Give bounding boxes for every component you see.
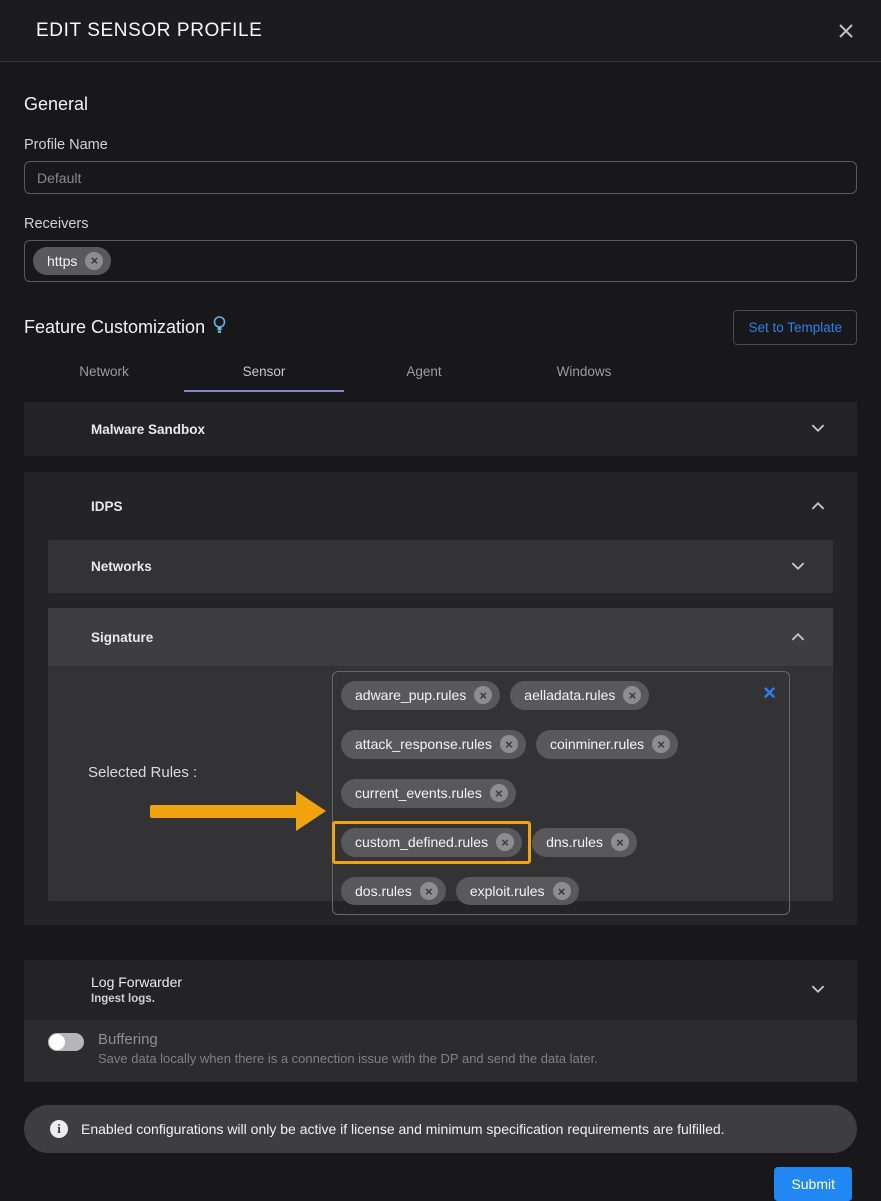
clear-selection-icon[interactable]: ×: [763, 682, 776, 704]
rule-chip: coinminer.rules ×: [536, 730, 678, 759]
receiver-chip-label: https: [47, 252, 77, 271]
malware-sandbox-header[interactable]: Malware Sandbox: [24, 402, 857, 456]
log-forwarder-header[interactable]: Log Forwarder Ingest logs.: [24, 960, 857, 1020]
chevron-up-icon: [811, 497, 825, 515]
receiver-chip: https ×: [33, 247, 111, 276]
rule-chip-label: coinminer.rules: [550, 735, 644, 754]
log-forwarder-subtitle: Ingest logs.: [91, 992, 182, 1006]
signature-body: Selected Rules : × adware_pup.rules×aell…: [48, 666, 833, 901]
signature-header[interactable]: Signature: [48, 608, 833, 666]
modal-title: EDIT SENSOR PROFILE: [36, 20, 262, 42]
info-banner-text: Enabled configurations will only be acti…: [81, 1121, 725, 1137]
remove-chip-icon[interactable]: ×: [623, 686, 641, 704]
rule-chip: custom_defined.rules ×: [341, 828, 522, 857]
submit-button[interactable]: Submit: [774, 1167, 852, 1201]
modal-header: EDIT SENSOR PROFILE: [0, 0, 881, 62]
rule-chip: exploit.rules ×: [456, 877, 579, 906]
remove-chip-icon[interactable]: ×: [490, 784, 508, 802]
rule-chip: dns.rules ×: [532, 828, 637, 857]
feature-customization-title: Feature Customization: [24, 316, 226, 340]
submit-row: Submit: [24, 1167, 852, 1201]
buffering-toggle[interactable]: [48, 1033, 84, 1051]
info-icon: i: [50, 1120, 68, 1138]
modal-body: General Profile Name Receivers https × Fe…: [0, 94, 881, 1201]
malware-sandbox-panel: Malware Sandbox: [24, 402, 857, 456]
profile-name-label: Profile Name: [24, 137, 857, 153]
signature-panel: Signature Selected Rules : × adware_pup.…: [48, 608, 833, 901]
receivers-label: Receivers: [24, 216, 857, 232]
tab-windows[interactable]: Windows: [504, 355, 664, 392]
close-icon[interactable]: [837, 22, 855, 40]
toggle-knob: [49, 1034, 65, 1050]
remove-chip-icon[interactable]: ×: [500, 735, 518, 753]
annotation-arrow-shaft: [150, 805, 298, 818]
rule-chip: attack_response.rules ×: [341, 730, 526, 759]
highlight-box: custom_defined.rules ×: [332, 821, 531, 864]
idps-header[interactable]: IDPS: [24, 472, 857, 540]
log-forwarder-label: Log Forwarder: [91, 974, 182, 992]
chevron-up-icon: [791, 628, 805, 646]
profile-name-input[interactable]: [24, 161, 857, 194]
remove-chip-icon[interactable]: ×: [496, 833, 514, 851]
buffering-description: Save data locally when there is a connec…: [98, 1051, 598, 1066]
rule-chip-label: custom_defined.rules: [355, 833, 488, 852]
networks-header[interactable]: Networks: [48, 540, 833, 593]
rule-chip-label: adware_pup.rules: [355, 686, 466, 705]
remove-chip-icon[interactable]: ×: [611, 833, 629, 851]
idps-panel: IDPS Networks Signature Selected Rule: [24, 472, 857, 925]
rule-chip-label: aelladata.rules: [524, 686, 615, 705]
networks-panel: Networks: [48, 540, 833, 593]
chevron-down-icon: [811, 420, 825, 438]
signature-label: Signature: [91, 630, 153, 645]
remove-chip-icon[interactable]: ×: [652, 735, 670, 753]
malware-sandbox-label: Malware Sandbox: [91, 422, 205, 437]
rule-chip: adware_pup.rules ×: [341, 681, 500, 710]
annotation-arrow-head-icon: [296, 791, 326, 831]
lightbulb-icon: [213, 316, 226, 340]
rules-chip-list: adware_pup.rules×aelladata.rules×attack_…: [341, 681, 781, 905]
general-section-title: General: [24, 94, 857, 115]
networks-label: Networks: [91, 559, 152, 574]
idps-label: IDPS: [91, 499, 123, 514]
remove-chip-icon[interactable]: ×: [553, 882, 571, 900]
rule-chip: current_events.rules ×: [341, 779, 516, 808]
feature-customization-row: Feature Customization Set to Template: [24, 310, 857, 345]
feature-tabs: NetworkSensorAgentWindows: [24, 355, 857, 392]
remove-chip-icon[interactable]: ×: [420, 882, 438, 900]
rule-chip-label: current_events.rules: [355, 784, 482, 803]
log-forwarder-titles: Log Forwarder Ingest logs.: [91, 974, 182, 1006]
rule-chip-label: attack_response.rules: [355, 735, 492, 754]
log-forwarder-panel: Log Forwarder Ingest logs. Buffering Sav…: [24, 960, 857, 1082]
receivers-input[interactable]: https ×: [24, 240, 857, 282]
rule-chip: dos.rules ×: [341, 877, 446, 906]
selected-rules-label: Selected Rules :: [88, 764, 197, 781]
rule-chip-label: dos.rules: [355, 882, 412, 901]
chevron-down-icon: [811, 981, 825, 999]
info-banner: i Enabled configurations will only be ac…: [24, 1105, 857, 1153]
buffering-label: Buffering: [98, 1031, 598, 1048]
rule-chip-label: exploit.rules: [470, 882, 545, 901]
remove-chip-icon[interactable]: ×: [474, 686, 492, 704]
rule-chip: aelladata.rules ×: [510, 681, 649, 710]
buffering-row: Buffering Save data locally when there i…: [24, 1020, 857, 1082]
feature-customization-title-text: Feature Customization: [24, 317, 205, 338]
remove-chip-icon[interactable]: ×: [85, 252, 103, 270]
tab-sensor[interactable]: Sensor: [184, 355, 344, 392]
tab-network[interactable]: Network: [24, 355, 184, 392]
tab-agent[interactable]: Agent: [344, 355, 504, 392]
set-to-template-button[interactable]: Set to Template: [733, 310, 857, 345]
rule-chip-label: dns.rules: [546, 833, 603, 852]
buffering-texts: Buffering Save data locally when there i…: [98, 1031, 598, 1066]
chevron-down-icon: [791, 558, 805, 576]
selected-rules-multiselect[interactable]: × adware_pup.rules×aelladata.rules×attac…: [332, 671, 790, 915]
